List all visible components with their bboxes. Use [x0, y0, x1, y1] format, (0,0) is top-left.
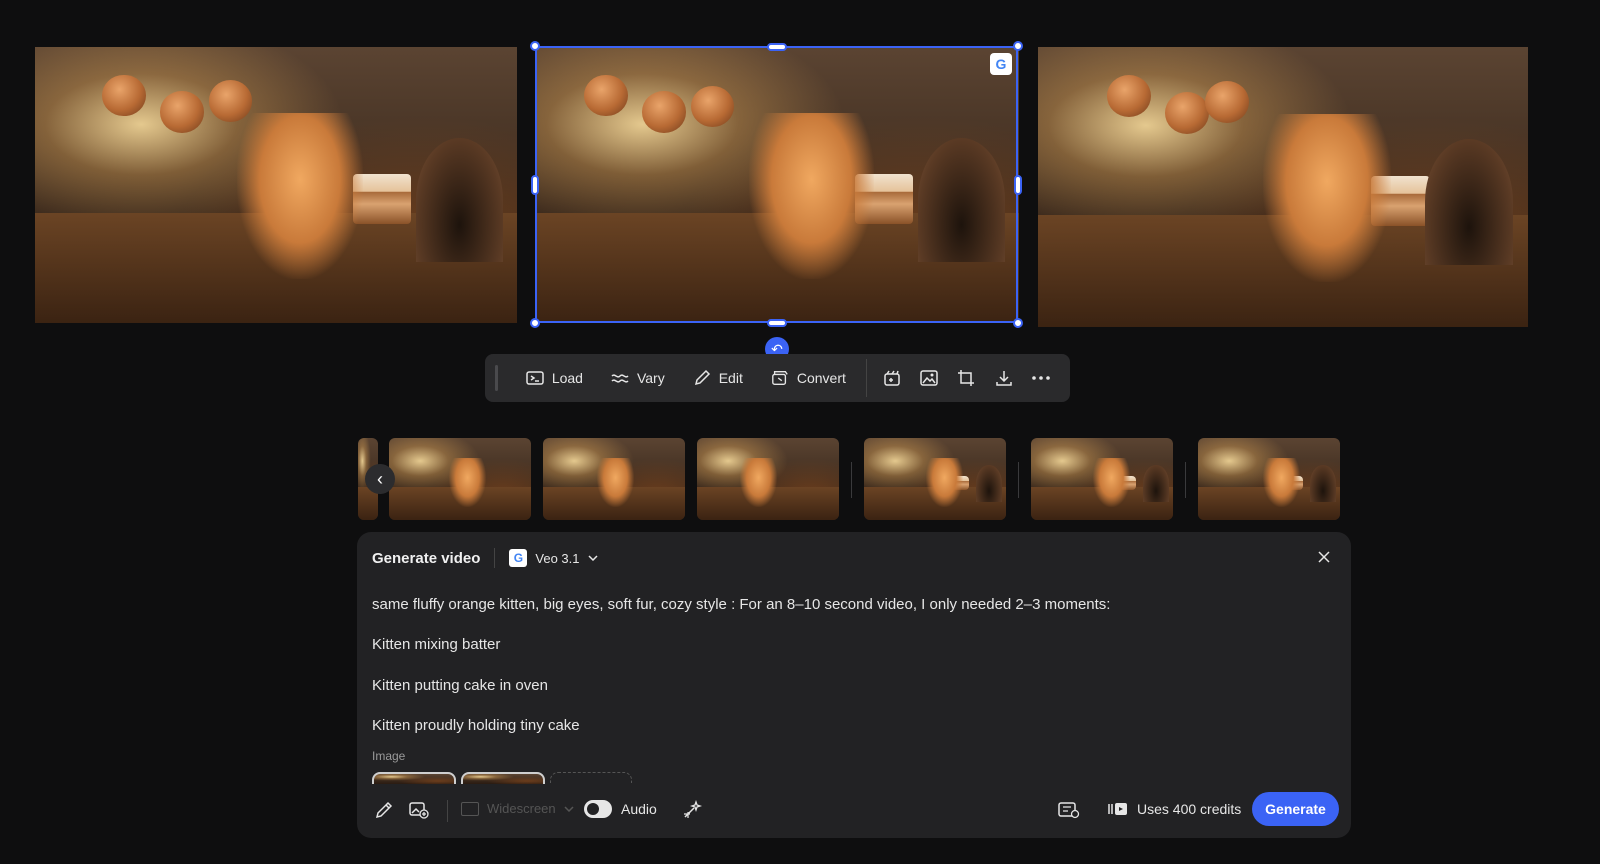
- prompt-line[interactable]: Kitten putting cake in oven: [372, 677, 548, 694]
- edit-label: Edit: [718, 370, 743, 386]
- audio-label: Audio: [621, 801, 657, 817]
- resize-handle-top-right[interactable]: [1013, 41, 1023, 51]
- crop-icon-button[interactable]: [948, 360, 985, 396]
- filmstrip-divider: [1018, 462, 1019, 498]
- canvas-image-3[interactable]: [1038, 47, 1528, 327]
- resize-handle-left[interactable]: [531, 175, 539, 195]
- image-toolbar: Load Vary Edit Convert: [485, 354, 1070, 402]
- magic-sparkle-icon[interactable]: [681, 798, 705, 822]
- crop-icon: [958, 370, 975, 386]
- more-icon: [1032, 376, 1051, 380]
- image-section-label: Image: [372, 749, 406, 763]
- convert-icon: [771, 369, 789, 387]
- credits-icon: [1108, 803, 1127, 815]
- more-options-button[interactable]: [1023, 360, 1060, 396]
- animate-icon-button[interactable]: [873, 360, 910, 396]
- google-model-badge: G: [990, 53, 1012, 75]
- header-separator: [494, 548, 496, 568]
- chevron-left-icon[interactable]: ‹: [365, 464, 395, 494]
- image-icon: [920, 370, 938, 386]
- load-icon: [526, 369, 544, 387]
- canvas-image-1[interactable]: [35, 47, 517, 323]
- chevron-down-icon: [564, 805, 574, 812]
- eyedropper-icon[interactable]: [372, 798, 396, 822]
- filmstrip-thumb[interactable]: [1198, 438, 1340, 520]
- canvas-image-2-selected[interactable]: [536, 47, 1019, 323]
- prompt-line[interactable]: same fluffy orange kitten, big eyes, sof…: [372, 596, 1110, 613]
- vary-button[interactable]: Vary: [597, 360, 679, 396]
- filmstrip: [358, 438, 1340, 520]
- resize-handle-bottom[interactable]: [767, 319, 787, 327]
- resize-handle-top-left[interactable]: [530, 41, 540, 51]
- credits-label: Uses 400 credits: [1137, 801, 1242, 817]
- audio-toggle[interactable]: [584, 800, 612, 818]
- convert-label: Convert: [796, 370, 846, 386]
- filmstrip-divider: [1185, 462, 1186, 498]
- toolbar-grip[interactable]: [495, 365, 498, 391]
- add-image-icon[interactable]: [407, 798, 431, 822]
- aspect-ratio-label: Widescreen: [487, 801, 556, 816]
- credits-info: Uses 400 credits: [1107, 801, 1241, 817]
- filmstrip-divider: [851, 462, 852, 498]
- load-label: Load: [551, 370, 583, 386]
- panel-header: Generate video G Veo 3.1: [372, 548, 598, 568]
- panel-footer: Widescreen Audio Uses 400 credits Genera…: [357, 782, 1351, 838]
- resize-handle-top[interactable]: [767, 43, 787, 51]
- model-select[interactable]: G Veo 3.1: [509, 549, 598, 567]
- settings-preview-icon[interactable]: [1057, 798, 1081, 822]
- chevron-down-icon: [587, 555, 598, 561]
- prompt-line[interactable]: Kitten mixing batter: [372, 636, 500, 653]
- download-icon: [996, 371, 1012, 386]
- generate-button[interactable]: Generate: [1252, 792, 1339, 826]
- aspect-ratio-select: Widescreen: [461, 801, 574, 816]
- close-icon[interactable]: [1313, 546, 1335, 568]
- edit-button[interactable]: Edit: [679, 360, 757, 396]
- resize-handle-right[interactable]: [1014, 175, 1022, 195]
- download-icon-button[interactable]: [985, 360, 1022, 396]
- panel-title: Generate video: [372, 549, 481, 567]
- generate-video-panel: Generate video G Veo 3.1 same fluffy ora…: [357, 532, 1351, 838]
- resize-handle-bottom-left[interactable]: [530, 318, 540, 328]
- image-icon-button[interactable]: [910, 360, 947, 396]
- convert-button[interactable]: Convert: [757, 360, 860, 396]
- model-name: Veo 3.1: [535, 550, 580, 566]
- resize-handle-bottom-right[interactable]: [1013, 318, 1023, 328]
- filmstrip-thumb[interactable]: [864, 438, 1006, 520]
- google-icon: G: [509, 549, 528, 567]
- filmstrip-thumb[interactable]: [389, 438, 531, 520]
- animate-icon: [883, 370, 900, 386]
- vary-label: Vary: [636, 370, 665, 386]
- filmstrip-thumb[interactable]: [697, 438, 839, 520]
- toolbar-separator: [865, 359, 867, 397]
- load-button[interactable]: Load: [512, 360, 597, 396]
- footer-separator: [447, 800, 448, 822]
- filmstrip-thumb[interactable]: [543, 438, 685, 520]
- prompt-line[interactable]: Kitten proudly holding tiny cake: [372, 717, 580, 734]
- filmstrip-thumb[interactable]: [1031, 438, 1173, 520]
- pencil-icon: [693, 369, 711, 387]
- vary-icon: [611, 369, 629, 387]
- widescreen-icon: [461, 801, 479, 816]
